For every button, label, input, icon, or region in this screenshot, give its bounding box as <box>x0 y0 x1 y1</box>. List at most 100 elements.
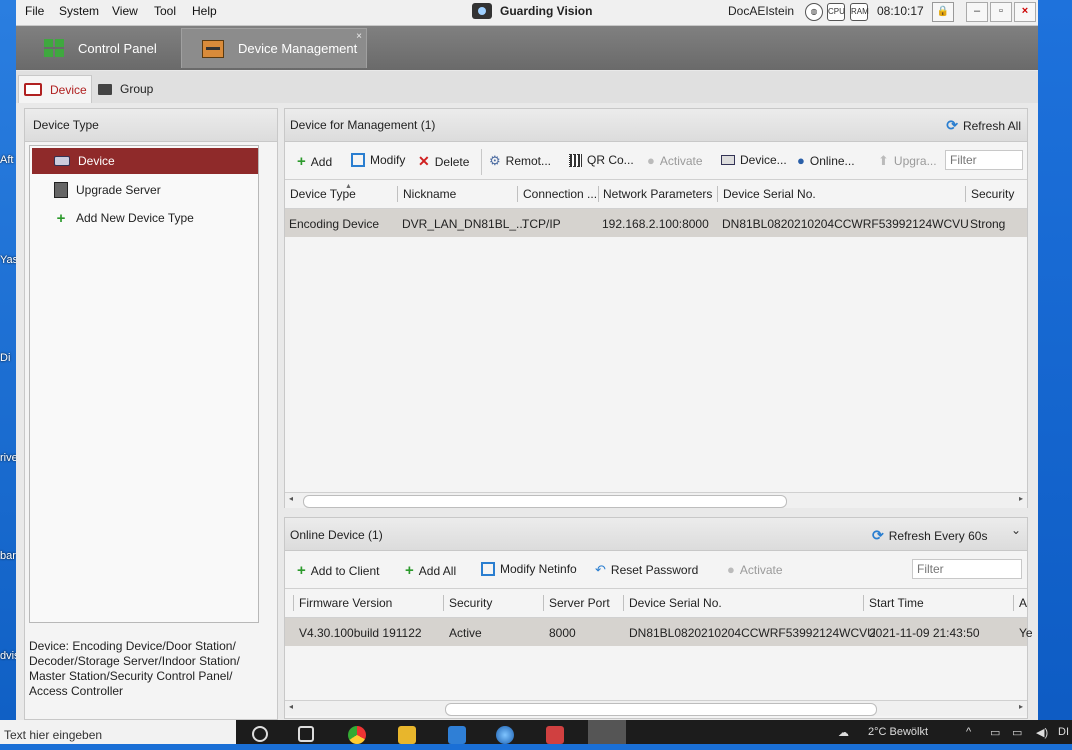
tab-device-management[interactable]: Device Management × <box>181 28 367 68</box>
filter-input[interactable] <box>945 150 1023 170</box>
weather-text[interactable]: 2°C Bewölkt <box>868 726 928 738</box>
column-server-port[interactable]: Server Port <box>549 596 610 610</box>
button-label: Add All <box>418 563 457 578</box>
column-security[interactable]: Security <box>449 596 492 610</box>
column-divider[interactable] <box>965 186 966 202</box>
chrome-icon[interactable] <box>348 726 366 744</box>
volume-icon[interactable]: ◀) <box>1036 726 1048 739</box>
cell-device-serial: DN81BL0820210204CCWRF53992124WCVU <box>629 626 876 640</box>
column-start-time[interactable]: Start Time <box>869 596 924 610</box>
scroll-right-icon[interactable]: ▸ <box>1019 494 1023 503</box>
add-button[interactable]: + Add <box>297 153 332 170</box>
horizontal-scrollbar[interactable]: ◂ ▸ <box>285 492 1027 508</box>
globe-icon[interactable] <box>496 726 514 744</box>
table-row[interactable]: Encoding Device DVR_LAN_DN81BL_... TCP/I… <box>285 209 1027 237</box>
column-divider[interactable] <box>863 595 864 611</box>
scroll-right-icon[interactable]: ▸ <box>1019 702 1023 711</box>
menu-help[interactable]: Help <box>192 4 217 18</box>
minimize-button[interactable]: – <box>966 2 988 22</box>
tab-close-icon[interactable]: × <box>356 31 362 42</box>
activate-button[interactable]: ● Activate <box>727 562 783 577</box>
column-security[interactable]: Security <box>971 187 1014 201</box>
collapse-icon[interactable]: ⌄ <box>1011 523 1021 537</box>
tab-label: Device <box>50 82 87 97</box>
add-to-client-button[interactable]: + Add to Client <box>297 562 379 579</box>
desktop-icon-label[interactable]: Di <box>0 352 10 364</box>
weather-icon[interactable]: ☁ <box>838 726 849 739</box>
column-added[interactable]: A <box>1019 596 1027 610</box>
column-device-serial[interactable]: Device Serial No. <box>723 187 816 201</box>
refresh-every-button[interactable]: ⟳ Refresh Every 60s <box>872 527 987 544</box>
column-divider[interactable] <box>443 595 444 611</box>
maximize-button[interactable]: ▫ <box>990 2 1012 22</box>
tree-item-upgrade-server[interactable]: Upgrade Server <box>32 177 258 203</box>
filter-input[interactable] <box>912 559 1022 579</box>
app-icon[interactable] <box>448 726 466 744</box>
refresh-all-button[interactable]: ⟳ Refresh All <box>946 117 1021 134</box>
column-network-parameters[interactable]: Network Parameters <box>603 187 712 201</box>
menu-system[interactable]: System <box>59 4 99 18</box>
scroll-left-icon[interactable]: ◂ <box>289 702 293 711</box>
remote-config-button[interactable]: ⚙ Remot... <box>489 153 551 169</box>
modify-button[interactable]: Modify <box>351 153 405 167</box>
column-divider[interactable] <box>1013 595 1014 611</box>
taskbar: Text hier eingeben ☁ 2°C Bewölkt ^ ▭ ▭ ◀… <box>0 720 1072 744</box>
scrollbar-thumb[interactable] <box>445 703 877 716</box>
file-explorer-icon[interactable] <box>398 726 416 744</box>
plus-icon: + <box>56 209 66 227</box>
search-icon[interactable] <box>252 726 268 742</box>
scroll-left-icon[interactable]: ◂ <box>289 494 293 503</box>
menu-tool[interactable]: Tool <box>154 4 176 18</box>
column-divider[interactable] <box>717 186 718 202</box>
add-all-button[interactable]: + Add All <box>405 562 456 579</box>
network-icon[interactable]: ▭ <box>1012 726 1022 739</box>
column-connection[interactable]: Connection ... <box>523 187 597 201</box>
tab-group[interactable]: Group <box>98 75 178 103</box>
table-row[interactable]: V4.30.100build 191122 Active 8000 DN81BL… <box>285 618 1033 646</box>
menu-file[interactable]: File <box>25 4 44 18</box>
control-panel-icon <box>44 39 64 57</box>
tab-control-panel[interactable]: Control Panel <box>16 28 178 68</box>
column-firmware-version[interactable]: Firmware Version <box>299 596 392 610</box>
scrollbar-thumb[interactable] <box>303 495 787 508</box>
column-divider[interactable] <box>543 595 544 611</box>
desktop-icon-label[interactable]: bar <box>0 550 16 562</box>
taskbar-search[interactable]: Text hier eingeben <box>0 720 236 744</box>
lock-icon[interactable]: 🔒 <box>932 2 954 22</box>
column-divider[interactable] <box>397 186 398 202</box>
globe-icon[interactable]: ◍ <box>805 3 823 21</box>
task-view-icon[interactable] <box>298 726 314 742</box>
device-status-button[interactable]: Device... <box>721 153 787 167</box>
app-icon[interactable] <box>546 726 564 744</box>
tray-icon[interactable]: ▭ <box>990 726 1000 739</box>
tree-item-device[interactable]: Device <box>32 148 258 174</box>
cell-connection: TCP/IP <box>522 217 561 231</box>
column-divider[interactable] <box>598 186 599 202</box>
panel-title: Device Type <box>25 109 277 142</box>
menu-view[interactable]: View <box>112 4 138 18</box>
tray-text[interactable]: DI <box>1058 726 1069 738</box>
reset-password-button[interactable]: ↶ Reset Password <box>595 562 698 578</box>
tab-device[interactable]: Device <box>18 75 92 103</box>
horizontal-scrollbar[interactable]: ◂ ▸ <box>285 700 1027 716</box>
upgrade-button[interactable]: ⬆ Upgra... <box>878 153 937 169</box>
online-user-button[interactable]: ● Online... <box>797 153 855 168</box>
delete-button[interactable]: ✕ Delete <box>418 153 469 170</box>
column-device-serial[interactable]: Device Serial No. <box>629 596 722 610</box>
chevron-up-icon[interactable]: ^ <box>966 726 971 738</box>
column-divider[interactable] <box>293 595 294 611</box>
tree-item-add-new-device-type[interactable]: + Add New Device Type <box>32 205 258 231</box>
column-nickname[interactable]: Nickname <box>403 187 456 201</box>
column-device-type[interactable]: ▲ Device Type <box>290 183 356 201</box>
desktop-icon-label[interactable]: Aft <box>0 154 13 166</box>
button-label: Remot... <box>505 154 552 168</box>
management-toolbar: + Add Modify ✕ Delete ⚙ Remot... QR Co... ●… <box>285 143 1027 179</box>
modify-netinfo-button[interactable]: Modify Netinfo <box>481 562 577 576</box>
activate-button[interactable]: ● Activate <box>647 153 703 168</box>
qr-code-button[interactable]: QR Co... <box>569 153 634 167</box>
close-button[interactable]: × <box>1014 2 1036 22</box>
column-divider[interactable] <box>517 186 518 202</box>
undo-icon: ↶ <box>595 562 606 577</box>
column-divider[interactable] <box>623 595 624 611</box>
guarding-vision-task-icon[interactable] <box>588 720 626 744</box>
